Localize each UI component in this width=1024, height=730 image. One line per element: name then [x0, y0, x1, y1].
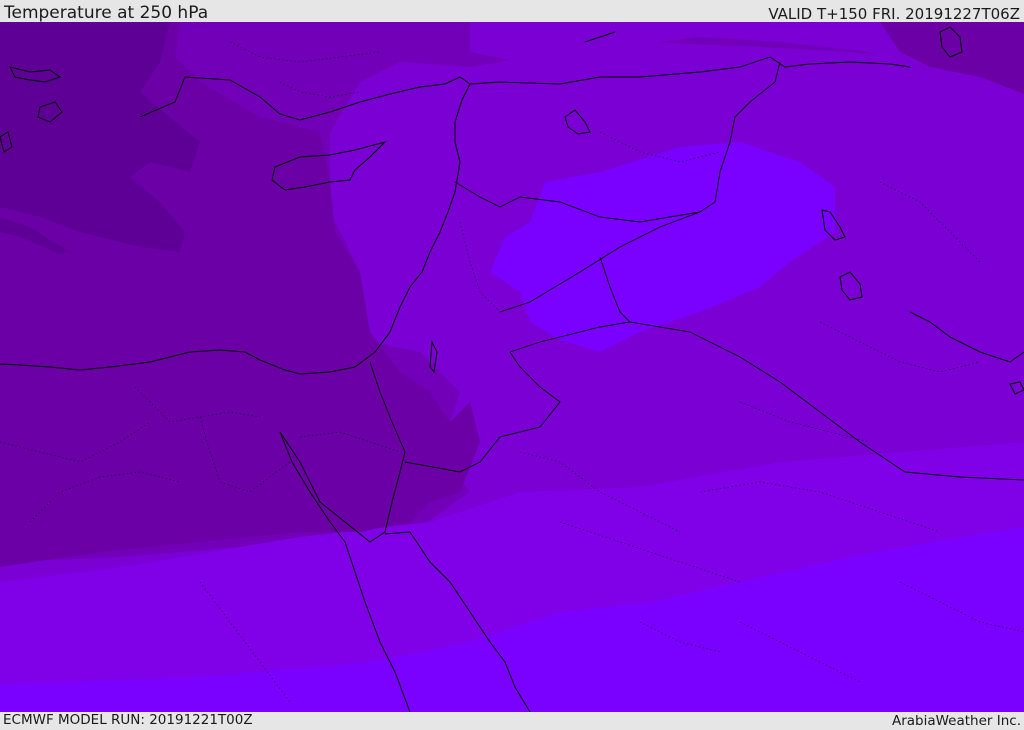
model-run-label: ECMWF MODEL RUN: 20191221T00Z	[3, 712, 253, 728]
footer-bar: ECMWF MODEL RUN: 20191221T00Z ArabiaWeat…	[0, 712, 1024, 729]
map-canvas	[0, 22, 1024, 712]
credit-label: ArabiaWeather Inc.	[891, 713, 1021, 729]
header-bar: Temperature at 250 hPa VALID T+150 FRI. …	[0, 0, 1024, 23]
map-title: Temperature at 250 hPa	[4, 3, 209, 23]
valid-time: VALID T+150 FRI. 20191227T06Z	[768, 5, 1020, 23]
weather-map[interactable]	[0, 22, 1024, 712]
